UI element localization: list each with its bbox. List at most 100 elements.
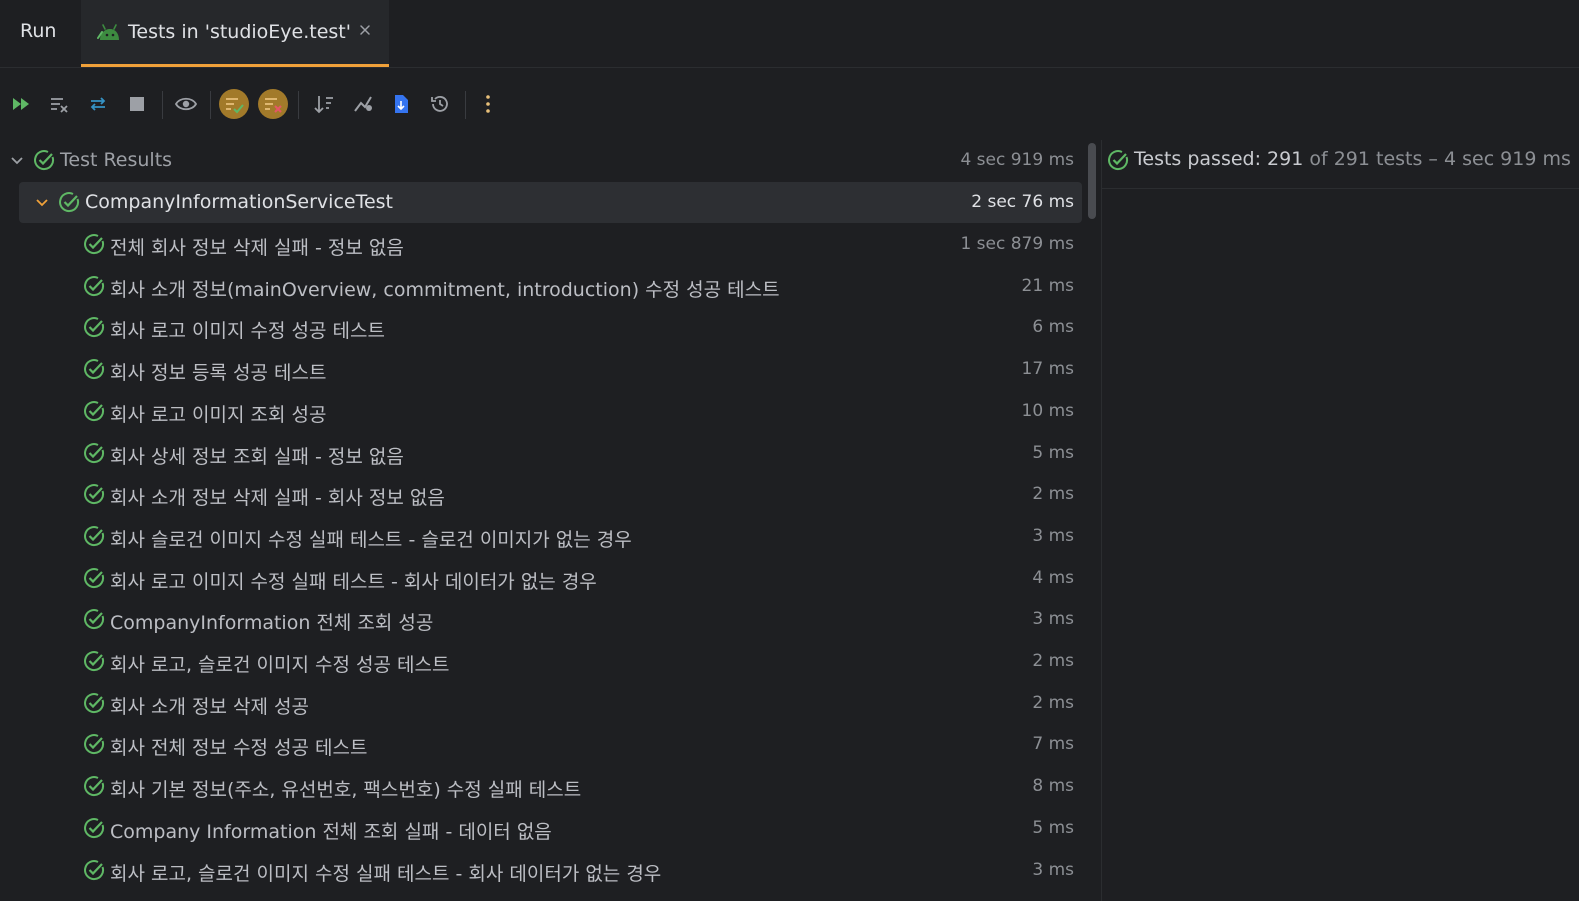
tree-scrollbar[interactable] [1088,143,1096,219]
tab-run[interactable]: Run [20,20,56,42]
close-icon[interactable] [357,22,373,38]
export-button[interactable] [386,89,416,119]
tree-row-suite[interactable]: CompanyInformationServiceTest 2 sec 76 m… [0,182,1092,223]
toolbar-separator [465,91,466,119]
check-circle-icon [84,359,105,380]
tool-window-tab-bar: Run Tests in 'studioEye.test' [0,0,1579,68]
tree-row-test[interactable]: 회사 상세 정보 조회 실패 - 정보 없음 5 ms [0,433,1092,474]
test-name: 회사 상세 정보 조회 실패 - 정보 없음 [110,445,404,468]
tab-tests[interactable]: Tests in 'studioEye.test' [81,0,389,67]
test-duration: 17 ms [1021,359,1074,380]
show-failed-button[interactable] [258,89,288,119]
check-circle-icon [84,776,105,797]
chevron-down-icon[interactable] [34,194,50,210]
check-circle-icon [59,192,80,213]
test-duration: 8 ms [1032,776,1074,797]
stop-icon [130,97,144,111]
summary-text: Tests passed: 291 of 291 tests – 4 sec 9… [1134,148,1571,170]
test-summary: Tests passed: 291 of 291 tests – 4 sec 9… [1102,140,1579,189]
check-circle-icon [34,150,55,171]
test-duration: 3 ms [1032,859,1074,880]
test-duration: 21 ms [1021,275,1074,296]
toggle-auto-test-button[interactable] [83,89,113,119]
test-duration: 1 sec 879 ms [960,234,1074,254]
test-name: 회사 소개 정보 삭제 성공 [110,695,309,718]
sort-button[interactable] [309,89,339,119]
check-circle-icon [84,484,105,505]
android-icon [97,24,119,40]
tree-row-test[interactable]: 회사 기본 정보(주소, 유선번호, 팩스번호) 수정 실패 테스트 8 ms [0,766,1092,807]
tree-row-test[interactable]: 전체 회사 정보 삭제 실패 - 정보 없음 1 sec 879 ms [0,224,1092,265]
tree-suite-duration: 2 sec 76 ms [971,192,1074,212]
test-name: 회사 로고 이미지 조회 성공 [110,403,327,426]
test-duration: 10 ms [1021,400,1074,421]
tab-tests-label: Tests in 'studioEye.test' [128,21,351,43]
more-button[interactable] [473,89,503,119]
tree-row-test[interactable]: 회사 슬로건 이미지 수정 실패 테스트 - 슬로건 이미지가 없는 경우 3 m… [0,516,1092,557]
rerun-button[interactable] [6,89,36,119]
tree-root-label: Test Results [60,149,173,171]
test-duration: 2 ms [1032,692,1074,713]
tree-row-test[interactable]: 회사 전체 정보 수정 성공 테스트 7 ms [0,724,1092,765]
rerun-failed-button[interactable] [44,89,74,119]
check-circle-icon [84,609,105,630]
test-duration: 2 ms [1032,484,1074,505]
test-name: 회사 기본 정보(주소, 유선번호, 팩스번호) 수정 실패 테스트 [110,779,582,802]
check-circle-icon [84,400,105,421]
toolbar-separator [162,91,163,119]
toggle-auto-test-icon [90,97,106,111]
tree-row-test[interactable]: 회사 로고, 슬로건 이미지 수정 실패 테스트 - 회사 데이터가 없는 경우… [0,850,1092,891]
check-circle-icon [84,692,105,713]
test-name: 회사 로고, 슬로건 이미지 수정 성공 테스트 [110,654,450,676]
tree-row-test[interactable]: 회사 로고 이미지 조회 성공 10 ms [0,391,1092,432]
tree-row-test[interactable]: 회사 로고 이미지 수정 실패 테스트 - 회사 데이터가 없는 경우 4 ms [0,558,1092,599]
toolbar-separator [210,91,211,119]
import-tests-icon [354,96,372,112]
test-name: 회사 정보 등록 성공 테스트 [110,362,327,385]
test-duration: 4 ms [1032,567,1074,588]
test-name: 회사 소개 정보 삭제 실패 - 회사 정보 없음 [110,487,445,510]
show-passed-icon [226,98,244,114]
import-tests-button[interactable] [348,89,378,119]
tree-root-duration: 4 sec 919 ms [960,150,1074,170]
rerun-icon [13,98,29,110]
test-name: 회사 로고 이미지 수정 실패 테스트 - 회사 데이터가 없는 경우 [110,570,597,593]
check-circle-icon [84,526,105,546]
tree-row-root[interactable]: Test Results 4 sec 919 ms [0,140,1092,181]
test-name: 회사 전체 정보 수정 성공 테스트 [110,737,368,760]
show-ignored-button[interactable] [171,89,201,119]
tree-row-test[interactable]: CompanyInformation 전체 조회 성공 3 ms [0,599,1092,640]
check-circle-icon [84,567,105,588]
history-button[interactable] [425,89,455,119]
chevron-down-icon[interactable] [9,152,25,168]
check-circle-icon [84,859,105,880]
export-icon [395,95,408,113]
summary-rest: of 291 tests – 4 sec 919 ms [1303,148,1571,170]
show-passed-button[interactable] [219,89,249,119]
tree-row-test[interactable]: 회사 정보 등록 성공 테스트 17 ms [0,349,1092,390]
check-circle-icon [1108,150,1129,171]
rerun-failed-icon [51,98,68,113]
tree-row-test[interactable]: Company Information 전체 조회 실패 - 데이터 없음 5 m… [0,808,1092,849]
check-circle-icon [84,442,105,463]
sort-icon [314,96,333,114]
check-circle-icon [84,275,105,296]
test-name: Company Information 전체 조회 실패 - 데이터 없음 [110,820,552,843]
tree-row-test[interactable]: 회사 로고, 슬로건 이미지 수정 성공 테스트 2 ms [0,641,1092,682]
panel-divider[interactable] [1101,140,1102,901]
check-circle-icon [84,651,105,672]
check-circle-icon [84,317,105,338]
tree-row-test[interactable]: 회사 소개 정보 삭제 실패 - 회사 정보 없음 2 ms [0,474,1092,515]
tree-row-test[interactable]: 회사 로고 이미지 수정 성공 테스트 6 ms [0,307,1092,348]
tree-row-test[interactable]: 회사 소개 정보(mainOverview, commitment, intro… [0,266,1092,307]
test-name: 회사 로고 이미지 수정 성공 테스트 [110,320,385,343]
test-name: CompanyInformation 전체 조회 성공 [110,612,434,635]
stop-button[interactable] [122,89,152,119]
test-name: 회사 로고, 슬로건 이미지 수정 실패 테스트 - 회사 데이터가 없는 경우 [110,862,662,885]
test-duration: 5 ms [1032,817,1074,838]
history-icon [431,96,448,112]
tree-row-test[interactable]: 회사 소개 정보 삭제 성공 2 ms [0,683,1092,724]
test-runner-toolbar [0,68,1579,138]
check-circle-icon [84,817,105,838]
test-duration: 3 ms [1032,525,1074,546]
